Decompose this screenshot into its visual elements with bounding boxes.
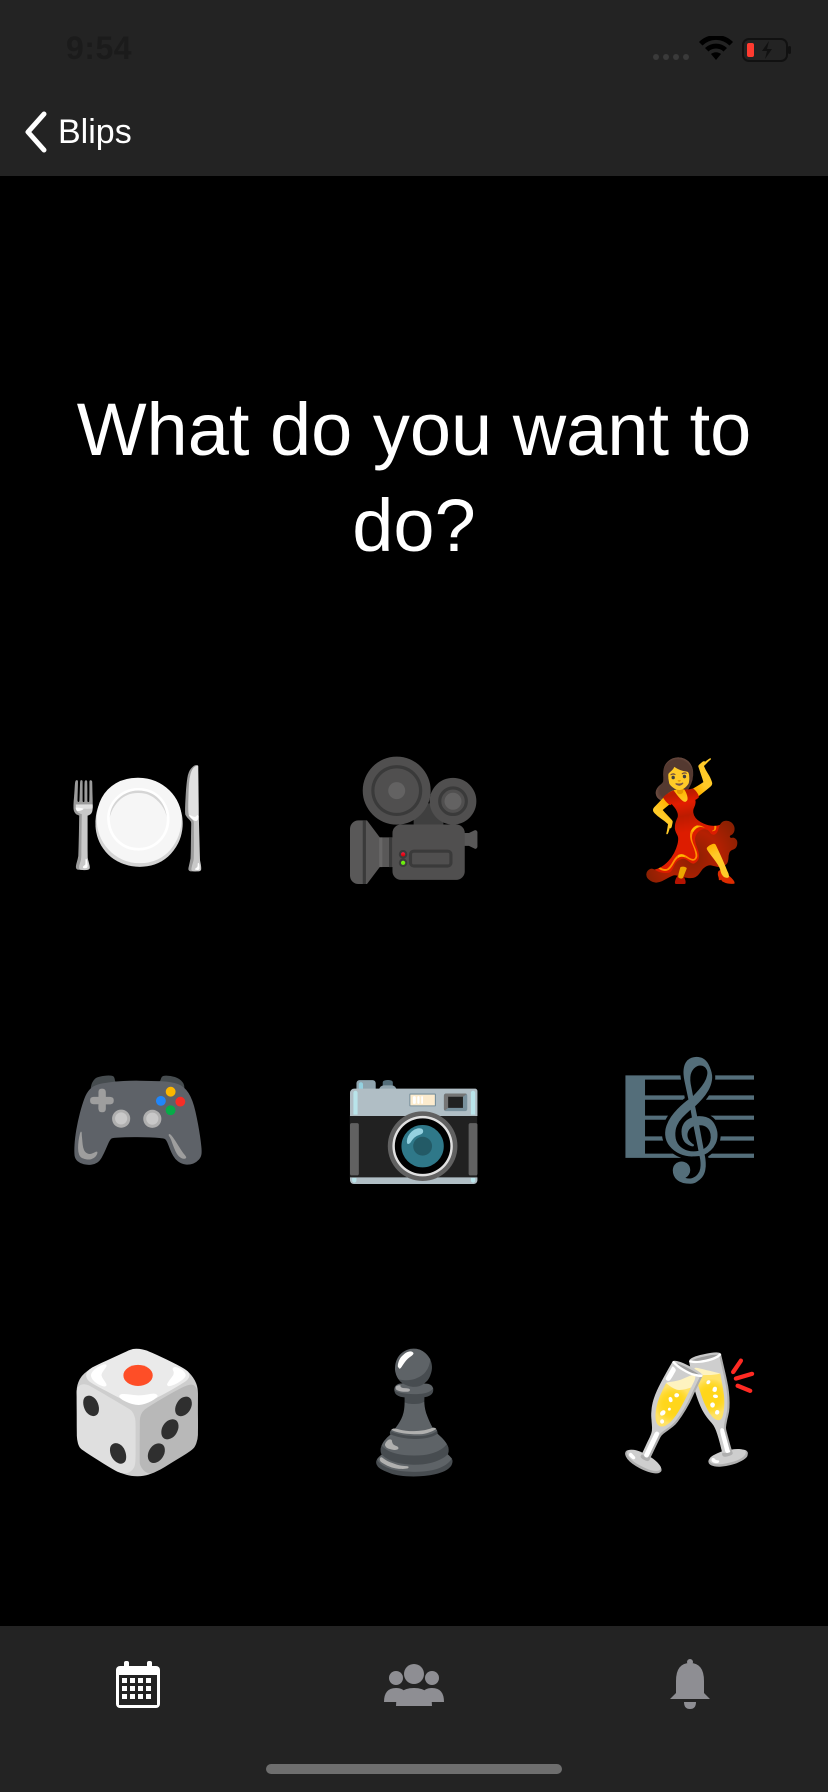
activity-dancing[interactable]: 💃 <box>610 740 770 900</box>
back-button-label: Blips <box>58 112 132 151</box>
activity-music[interactable]: 🎼 <box>610 1040 770 1200</box>
status-time: 9:54 <box>66 30 133 66</box>
bell-icon <box>670 1659 710 1709</box>
activity-gaming[interactable]: 🎮 <box>58 1040 218 1200</box>
calendar-icon <box>116 1661 160 1708</box>
wifi-icon <box>699 36 733 60</box>
home-indicator[interactable] <box>266 1764 562 1774</box>
activity-movies[interactable]: 🎥 <box>334 740 494 900</box>
activity-photography[interactable]: 📷 <box>334 1040 494 1200</box>
activity-board-games[interactable]: 🎲 <box>58 1332 218 1492</box>
activity-dining[interactable]: 🍽️ <box>58 740 218 900</box>
page-title: What do you want to do? <box>76 388 752 567</box>
battery-icon <box>742 38 791 62</box>
tab-calendar[interactable] <box>78 1640 198 1730</box>
activity-drinks[interactable]: 🥂 <box>610 1332 770 1492</box>
activity-chess[interactable]: ♟️ <box>334 1332 494 1492</box>
tab-friends[interactable] <box>354 1640 474 1730</box>
tab-bar <box>0 1626 828 1792</box>
chevron-left-icon <box>25 111 47 153</box>
back-button[interactable]: Blips <box>22 108 132 156</box>
tab-notifications[interactable] <box>630 1640 750 1730</box>
group-icon <box>384 1664 444 1706</box>
cellular-signal-icon <box>653 54 689 60</box>
navigation-bar: 9:54 Blips <box>0 0 828 176</box>
